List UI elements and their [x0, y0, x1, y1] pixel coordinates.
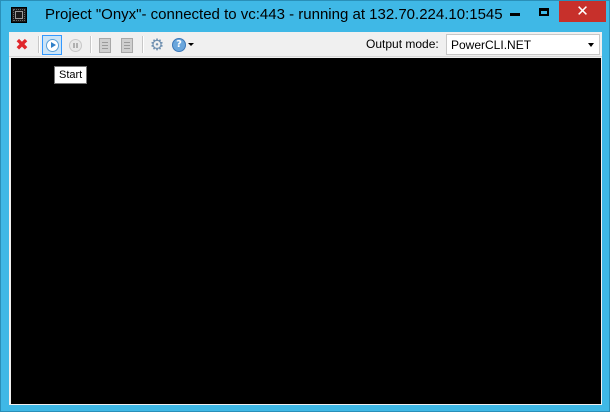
stop-button[interactable]: ✖ [12, 35, 32, 55]
output-console[interactable] [11, 58, 601, 404]
app-window: Project "Onyx"- connected to vc:443 - ru… [0, 0, 610, 412]
close-button[interactable]: ✕ [559, 1, 606, 22]
help-icon: ? [172, 38, 186, 52]
pause-icon [68, 38, 82, 52]
help-dropdown-chevron-icon[interactable] [188, 43, 194, 46]
help-button[interactable]: ? [169, 35, 189, 55]
output-mode-label: Output mode: [366, 37, 439, 51]
start-tooltip: Start [54, 66, 88, 84]
chevron-down-icon [588, 43, 594, 47]
close-icon: ✕ [576, 2, 589, 20]
title-bar[interactable]: Project "Onyx"- connected to vc:443 - ru… [1, 1, 609, 31]
toolbar-separator [142, 36, 144, 53]
minimize-button[interactable] [501, 1, 528, 22]
maximize-icon [538, 7, 549, 16]
start-button[interactable] [42, 35, 62, 55]
start-icon [45, 38, 59, 52]
export-icon [121, 37, 133, 53]
pause-button[interactable] [65, 35, 85, 55]
toolbar-separator [38, 36, 40, 53]
stop-icon: ✖ [15, 35, 29, 54]
settings-button[interactable]: ⚙ [147, 35, 167, 55]
copy-button[interactable] [95, 35, 115, 55]
toolbar-separator [90, 36, 92, 53]
window-title: Project "Onyx"- connected to vc:443 - ru… [45, 6, 503, 23]
settings-gear-icon: ⚙ [149, 35, 165, 54]
toolbar: ✖ ⚙ ? Output mode: PowerCLI.NET [9, 32, 602, 57]
minimize-icon [509, 13, 520, 16]
app-icon[interactable] [11, 7, 27, 23]
export-button[interactable] [117, 35, 137, 55]
copy-icon [99, 37, 111, 53]
output-mode-select[interactable]: PowerCLI.NET [446, 34, 600, 55]
output-mode-value: PowerCLI.NET [451, 38, 532, 52]
maximize-button[interactable] [530, 1, 557, 22]
client-area: ✖ ⚙ ? Output mode: PowerCLI.NET Start [9, 32, 602, 405]
